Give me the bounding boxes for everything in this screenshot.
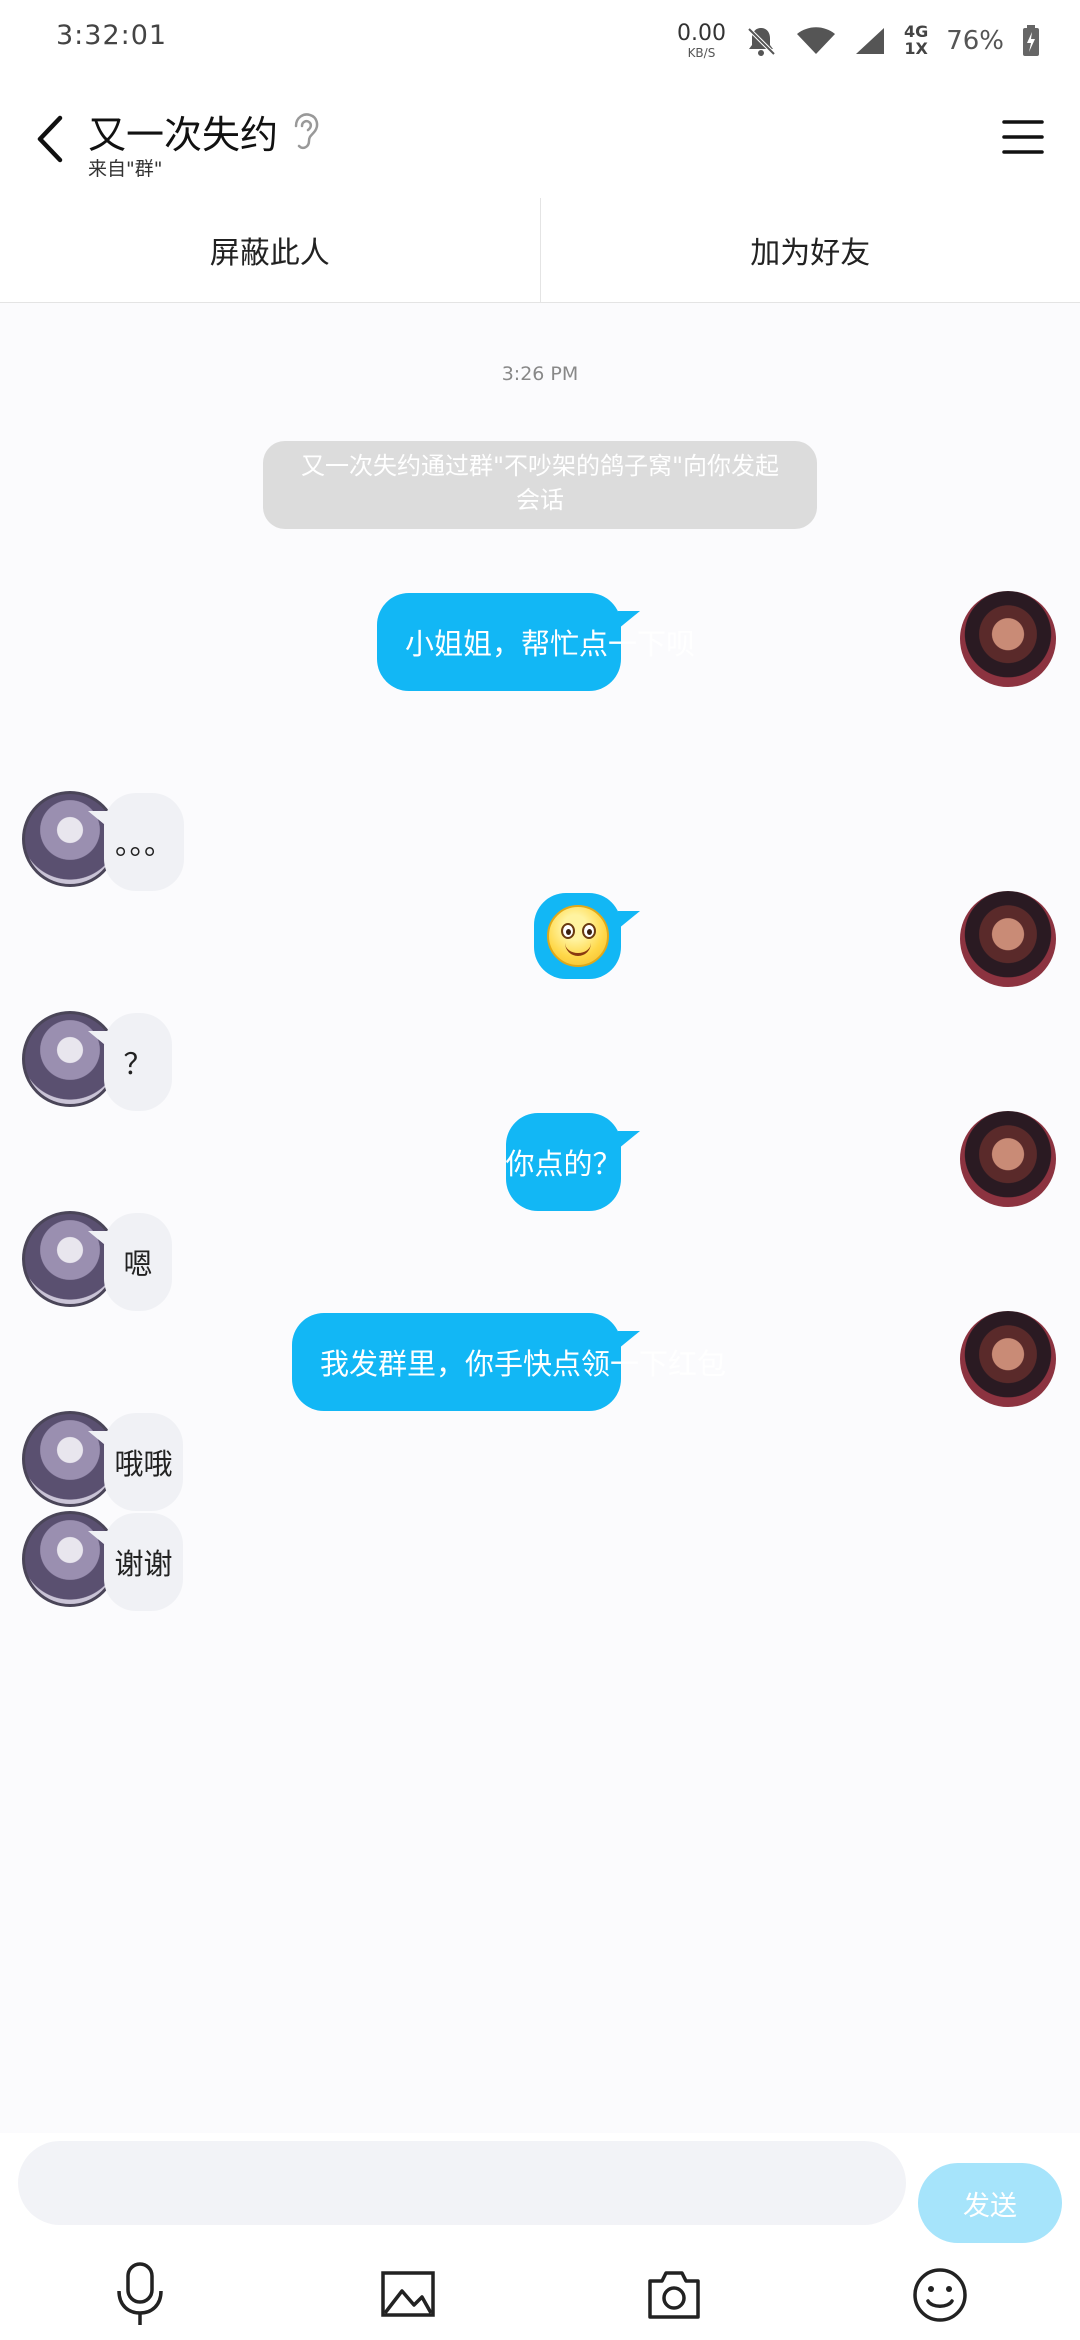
net-speed: 0.00 KB/S bbox=[676, 21, 726, 60]
my-avatar[interactable] bbox=[960, 1311, 1056, 1407]
net-speed-unit: KB/S bbox=[687, 46, 716, 60]
bubble-tail bbox=[618, 911, 640, 929]
bubble-tail bbox=[88, 1231, 110, 1249]
chat-subtitle: 来自"群" bbox=[88, 158, 163, 180]
message-list[interactable]: 3:26 PM 又一次失约通过群"不吵架的鸽子窝"向你发起会话 小姐姐，帮忙点一… bbox=[0, 303, 1080, 2133]
system-message: 又一次失约通过群"不吵架的鸽子窝"向你发起会话 bbox=[263, 441, 817, 529]
ear-icon[interactable] bbox=[288, 110, 322, 152]
incoming-message[interactable]: 。。。 bbox=[104, 793, 184, 891]
bubble-tail bbox=[618, 611, 640, 629]
chat-header: 又一次失约 来自"群" bbox=[0, 80, 1080, 199]
outgoing-message[interactable] bbox=[534, 893, 621, 979]
bubble-tail bbox=[88, 1031, 110, 1049]
incoming-message[interactable]: 哦哦 bbox=[104, 1413, 183, 1511]
bell-muted-icon bbox=[747, 27, 776, 56]
my-avatar[interactable] bbox=[960, 591, 1056, 687]
bubble-tail bbox=[88, 1531, 110, 1549]
network-type: 4G 1X bbox=[904, 23, 928, 58]
composer: 发送 bbox=[0, 2133, 1080, 2340]
battery-charging-icon bbox=[1023, 25, 1039, 56]
message-input[interactable] bbox=[18, 2141, 906, 2225]
outgoing-message[interactable]: 我发群里，你手快点领一下红包 bbox=[292, 1313, 726, 1411]
image-icon[interactable] bbox=[378, 2261, 438, 2327]
status-icons: 0.00 KB/S 4G 1X 76% bbox=[677, 18, 1040, 64]
back-button[interactable] bbox=[28, 110, 76, 168]
my-avatar[interactable] bbox=[960, 1111, 1056, 1207]
emoji-icon[interactable] bbox=[910, 2261, 970, 2327]
wifi-icon bbox=[796, 27, 835, 54]
outgoing-message[interactable]: 你点的？ bbox=[506, 1113, 622, 1211]
bubble-tail bbox=[88, 1431, 110, 1449]
status-bar: 3:32:01 0.00 KB/S 4G 1X 76% bbox=[0, 0, 1080, 80]
signal-icon bbox=[855, 28, 884, 54]
battery-percent: 76% bbox=[946, 26, 1004, 56]
add-friend-button[interactable]: 加为好友 bbox=[539, 198, 1080, 302]
microphone-icon[interactable] bbox=[110, 2261, 170, 2327]
send-button[interactable]: 发送 bbox=[918, 2163, 1062, 2243]
stranger-action-bar: 屏蔽此人 加为好友 bbox=[0, 198, 1080, 303]
my-avatar[interactable] bbox=[960, 891, 1056, 987]
network-type-bottom: 1X bbox=[904, 39, 928, 58]
incoming-message[interactable]: ？ bbox=[104, 1013, 172, 1111]
bubble-tail bbox=[88, 811, 110, 829]
net-speed-value: 0.00 bbox=[676, 21, 726, 46]
outgoing-message[interactable]: 小姐姐，帮忙点一下呗 bbox=[377, 593, 695, 691]
message-timestamp: 3:26 PM bbox=[501, 363, 579, 385]
smile-emoji-icon bbox=[546, 905, 609, 967]
bubble-tail bbox=[618, 1131, 640, 1149]
incoming-message[interactable]: 嗯 bbox=[104, 1213, 172, 1311]
bubble-tail bbox=[618, 1331, 640, 1349]
chat-title: 又一次失约 bbox=[88, 113, 279, 157]
composer-toolbar bbox=[0, 2261, 1080, 2331]
incoming-message[interactable]: 谢谢 bbox=[104, 1513, 183, 1611]
status-time: 3:32:01 bbox=[56, 20, 168, 51]
menu-icon[interactable] bbox=[1002, 118, 1044, 156]
block-user-button[interactable]: 屏蔽此人 bbox=[0, 198, 540, 302]
camera-icon[interactable] bbox=[644, 2261, 704, 2327]
